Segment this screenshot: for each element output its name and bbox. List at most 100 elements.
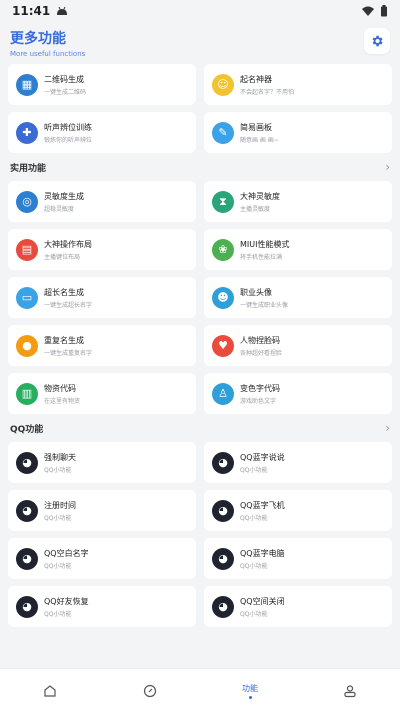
nav-functions[interactable]: 功能 xyxy=(220,673,280,709)
card-subtitle: 一键生成重复名字 xyxy=(44,349,93,357)
card-subtitle: QQ小功能 xyxy=(44,466,72,474)
card-subtitle: 在这里有物资 xyxy=(44,397,81,405)
card-subtitle: 一键生成二维码 xyxy=(44,88,87,96)
status-time: 11:41 xyxy=(12,4,51,18)
section-header-qq[interactable]: QQ功能 › xyxy=(8,414,392,442)
card-title: 重复名生成 xyxy=(44,335,84,345)
tool-card[interactable]: ♥ 人物捏脸码 各种超好看捏脸 xyxy=(204,325,392,366)
emoji-icon: ☺ xyxy=(212,73,234,96)
tool-card[interactable]: ☻ 职业头像 一键生成职业头像 xyxy=(204,277,392,318)
top-tools-grid: ▦ 二维码生成一键生成二维码 ☺ 起名神器不会起名字？不用怕 ✚ 听声辨位训练锻… xyxy=(8,64,392,153)
tool-card[interactable]: ♙ 变色字代码游戏助色文字 xyxy=(204,373,392,414)
bottom-nav: 功能 xyxy=(0,668,400,712)
tool-card[interactable]: ● 重复名生成一键生成重复名字 xyxy=(8,325,196,366)
qq-penguin-icon: ◕ xyxy=(212,499,234,522)
section-title: QQ功能 xyxy=(10,424,44,435)
qq-tool-card[interactable]: ◕ 强制聊天 QQ小功能 xyxy=(8,442,196,483)
profile-icon xyxy=(344,684,356,697)
nav-discover[interactable] xyxy=(120,673,180,709)
card-title: 人物捏脸码 xyxy=(240,335,280,345)
card-title: 物资代码 xyxy=(44,383,76,393)
card-subtitle: QQ小功能 xyxy=(44,610,72,618)
tool-card-drawing-board[interactable]: ✎ 简易画板随意画 画 画~ xyxy=(204,112,392,153)
tool-card[interactable]: ❀ MIUI性能模式 将手机性能拉满 xyxy=(204,229,392,270)
card-subtitle: 一键生成超长名字 xyxy=(44,301,93,309)
card-title: 灵敏度生成 xyxy=(44,191,84,201)
card-title: MIUI性能模式 xyxy=(240,239,290,249)
tool-card-sound-training[interactable]: ✚ 听声辨位训练 锻炼你的听声辨位 xyxy=(8,112,196,153)
card-title: QQ蓝字电脑 xyxy=(240,548,285,558)
tool-card-qrcode[interactable]: ▦ 二维码生成一键生成二维码 xyxy=(8,64,196,105)
qq-penguin-icon: ◕ xyxy=(16,451,38,474)
card-title: QQ蓝字飞机 xyxy=(240,500,285,510)
card-subtitle: QQ小功能 xyxy=(240,562,268,570)
person-icon: ♙ xyxy=(212,382,234,405)
card-title: QQ空间关闭 xyxy=(240,596,285,606)
card-subtitle: 主播键位布局 xyxy=(44,253,81,261)
page-subtitle: More useful functions xyxy=(10,50,86,58)
card-subtitle: QQ小功能 xyxy=(44,562,72,570)
card-subtitle: 锻炼你的听声辨位 xyxy=(44,136,93,144)
card-title: QQ好友恢复 xyxy=(44,596,89,606)
tool-card[interactable]: ⧗ 大神灵敏度 主播灵敏度 xyxy=(204,181,392,222)
leaf-icon: ❀ xyxy=(212,238,234,261)
tool-card-name-generator[interactable]: ☺ 起名神器不会起名字？不用怕 xyxy=(204,64,392,105)
card-title: 强制聊天 xyxy=(44,452,76,462)
qq-penguin-icon: ◕ xyxy=(212,595,234,618)
qq-tool-card[interactable]: ◕ QQ空间关闭 QQ小功能 xyxy=(204,586,392,627)
card-subtitle: QQ小功能 xyxy=(44,514,72,522)
card-title: 听声辨位训练 xyxy=(44,122,92,132)
qrcode-icon: ▦ xyxy=(16,73,38,96)
qq-penguin-icon: ◕ xyxy=(212,547,234,570)
target-icon: ◎ xyxy=(16,190,38,213)
qq-penguin-icon: ◕ xyxy=(212,451,234,474)
utilities-grid: ◎ 灵敏度生成 超稳灵敏度 ⧗ 大神灵敏度 主播灵敏度 ▤ 大神操作布局 主播键位布局 ❀ M… xyxy=(8,181,392,414)
active-indicator xyxy=(248,695,252,699)
nav-home[interactable] xyxy=(20,673,80,709)
balloon-icon: ♥ xyxy=(212,334,234,357)
card-title: 注册时间 xyxy=(44,500,76,510)
content-area: ▦ 二维码生成一键生成二维码 ☺ 起名神器不会起名字？不用怕 ✚ 听声辨位训练锻… xyxy=(0,64,400,664)
tool-card[interactable]: ▥ 物资代码在这里有物资 xyxy=(8,373,196,414)
card-title: 变色字代码 xyxy=(240,383,280,393)
battery-icon xyxy=(381,5,387,17)
chevron-right-icon: › xyxy=(385,160,390,174)
compass-icon xyxy=(143,684,157,697)
qq-tool-card[interactable]: ◕ QQ空白名字 QQ小功能 xyxy=(8,538,196,579)
qq-tool-card[interactable]: ◕ QQ好友恢复 QQ小功能 xyxy=(8,586,196,627)
card-subtitle: QQ小功能 xyxy=(240,514,268,522)
card-title: QQ空白名字 xyxy=(44,548,89,558)
card-title: 超长名生成 xyxy=(44,287,84,297)
qq-tool-card[interactable]: ◕ 注册时间 QQ小功能 xyxy=(8,490,196,531)
qq-penguin-icon: ◕ xyxy=(16,499,38,522)
nav-functions-label: 功能 xyxy=(242,683,258,693)
tool-card[interactable]: ◎ 灵敏度生成 超稳灵敏度 xyxy=(8,181,196,222)
brush-icon: ✎ xyxy=(212,121,234,144)
settings-button[interactable] xyxy=(364,28,390,54)
tool-card[interactable]: ▭ 超长名生成一键生成超长名字 xyxy=(8,277,196,318)
gamepad-icon: ✚ xyxy=(16,121,38,144)
layout-icon: ▤ xyxy=(16,238,38,261)
android-icon xyxy=(57,6,68,15)
chart-icon: ▥ xyxy=(16,382,38,405)
card-subtitle: 游戏助色文字 xyxy=(240,397,277,405)
card-title: 起名神器 xyxy=(240,74,272,84)
tool-card[interactable]: ▤ 大神操作布局 主播键位布局 xyxy=(8,229,196,270)
section-title: 实用功能 xyxy=(10,163,47,174)
card-title: 简易画板 xyxy=(240,122,272,132)
pumpkin-icon: ● xyxy=(16,334,38,357)
card-subtitle: QQ小功能 xyxy=(240,610,268,618)
card-title: 二维码生成 xyxy=(44,74,84,84)
page-header: 更多功能 More useful functions xyxy=(0,22,400,64)
monitor-icon: ▭ xyxy=(16,286,38,309)
qq-tool-card[interactable]: ◕ QQ蓝字电脑 QQ小功能 xyxy=(204,538,392,579)
card-subtitle: 随意画 画 画~ xyxy=(240,136,279,144)
card-subtitle: 不会起名字？不用怕 xyxy=(240,88,295,96)
home-icon xyxy=(44,684,56,697)
qq-grid: ◕ 强制聊天 QQ小功能 ◕ QQ蓝字说说 QQ小功能 ◕ 注册时间 QQ小功能 ◕ QQ蓝字… xyxy=(8,442,392,627)
nav-profile[interactable] xyxy=(320,673,380,709)
qq-tool-card[interactable]: ◕ QQ蓝字飞机 QQ小功能 xyxy=(204,490,392,531)
card-title: 职业头像 xyxy=(240,287,272,297)
qq-tool-card[interactable]: ◕ QQ蓝字说说 QQ小功能 xyxy=(204,442,392,483)
section-header-utilities[interactable]: 实用功能 › xyxy=(8,153,392,181)
